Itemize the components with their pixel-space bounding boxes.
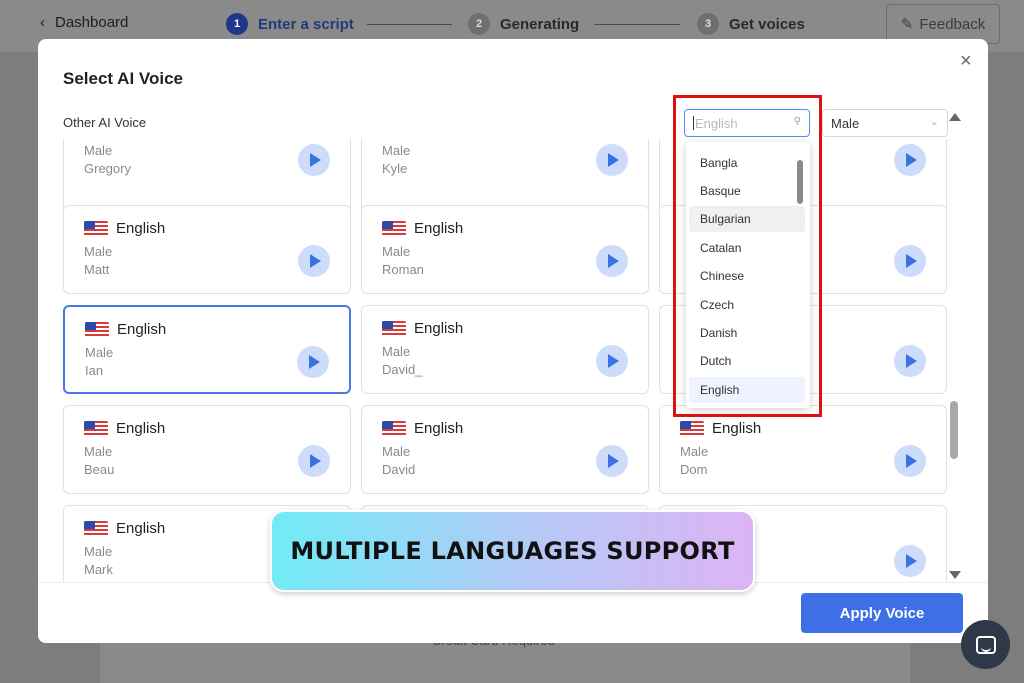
us-flag-icon	[85, 322, 109, 337]
gender-select-value: Male	[831, 115, 860, 131]
scroll-down-arrow[interactable]	[949, 571, 961, 579]
play-icon[interactable]	[298, 445, 330, 477]
voice-card-selected[interactable]: English Male Ian	[63, 305, 351, 394]
us-flag-icon	[84, 521, 108, 536]
play-icon[interactable]	[894, 144, 926, 176]
voice-name: Dom	[680, 462, 708, 477]
voice-language: English	[84, 520, 165, 537]
voice-card[interactable]: English Male David_	[361, 305, 649, 394]
gender-select[interactable]: Male ⌄	[822, 109, 948, 137]
voice-card[interactable]: English Male Dom	[659, 405, 947, 494]
voice-name: Gregory	[84, 161, 131, 176]
chevron-down-icon: ⌄	[929, 116, 939, 128]
voice-name: Matt	[84, 262, 110, 277]
play-icon[interactable]	[894, 545, 926, 577]
voice-name: Mark	[84, 562, 113, 577]
voice-name: David_	[382, 362, 423, 377]
voice-card[interactable]: English Male Beau	[63, 405, 351, 494]
voice-card[interactable]: English Male Matt	[63, 205, 351, 294]
voice-gender: Male	[382, 244, 411, 259]
language-label: English	[414, 420, 464, 437]
voice-gender: Male	[84, 244, 113, 259]
us-flag-icon	[382, 421, 406, 436]
voice-card[interactable]: English Male David	[361, 405, 649, 494]
play-icon[interactable]	[298, 245, 330, 277]
scrollbar-thumb[interactable]	[950, 401, 958, 459]
step-label: Enter a script	[258, 15, 354, 33]
voice-language: English	[85, 321, 166, 338]
play-icon[interactable]	[596, 144, 628, 176]
voice-name: Kyle	[382, 161, 408, 176]
voice-language: English	[382, 320, 463, 337]
step-number: 2	[468, 13, 490, 35]
voice-gender: Male	[382, 143, 411, 158]
us-flag-icon	[84, 421, 108, 436]
us-flag-icon	[680, 421, 704, 436]
step-label: Generating	[500, 15, 580, 33]
us-flag-icon	[382, 221, 406, 236]
apply-voice-button[interactable]: Apply Voice	[801, 593, 963, 633]
chat-icon	[975, 635, 996, 654]
pencil-icon: ✎	[900, 16, 914, 33]
voice-language: English	[84, 420, 165, 437]
step-get-voices: 3 Get voices	[697, 13, 805, 35]
voice-name: Beau	[84, 462, 115, 477]
back-label: Dashboard	[55, 14, 129, 31]
us-flag-icon	[382, 321, 406, 336]
play-icon[interactable]	[894, 345, 926, 377]
play-icon[interactable]	[596, 245, 628, 277]
feedback-label: Feedback	[919, 15, 986, 33]
language-label: English	[116, 220, 166, 237]
voice-language: English	[382, 220, 463, 237]
voice-language: English	[84, 220, 165, 237]
play-icon[interactable]	[596, 445, 628, 477]
chevron-left-icon: ‹	[40, 14, 45, 31]
voice-name: David	[382, 462, 416, 477]
voice-gender: Male	[84, 143, 113, 158]
step-connector	[367, 24, 452, 25]
step-generating: 2 Generating	[468, 13, 579, 35]
language-label: English	[414, 220, 464, 237]
play-icon[interactable]	[894, 245, 926, 277]
chat-button[interactable]	[961, 620, 1010, 669]
voice-name: Roman	[382, 262, 424, 277]
us-flag-icon	[84, 221, 108, 236]
step-connector	[594, 24, 680, 25]
step-number: 1	[226, 13, 248, 35]
play-icon[interactable]	[894, 445, 926, 477]
voice-card[interactable]: English Male Roman	[361, 205, 649, 294]
voice-name: Ian	[85, 363, 104, 378]
back-link[interactable]: ‹ Dashboard	[40, 14, 128, 31]
step-number: 3	[697, 13, 719, 35]
voice-gender: Male	[84, 444, 113, 459]
voice-gender: Male	[84, 544, 113, 559]
language-label: English	[414, 320, 464, 337]
scroll-up-arrow[interactable]	[949, 113, 961, 121]
play-icon[interactable]	[297, 346, 329, 378]
voice-gender: Male	[680, 444, 709, 459]
play-icon[interactable]	[298, 144, 330, 176]
language-label: English	[712, 420, 762, 437]
language-label: English	[116, 520, 166, 537]
voice-language: English	[680, 420, 761, 437]
promo-banner: MULTIPLE LANGUAGES SUPPORT	[270, 510, 755, 592]
voice-gender: Male	[382, 344, 411, 359]
voice-gender: Male	[382, 444, 411, 459]
section-label: Other AI Voice	[63, 115, 147, 130]
close-icon[interactable]: ×	[960, 50, 972, 73]
language-label: English	[117, 321, 167, 338]
voice-gender: Male	[85, 345, 114, 360]
play-icon[interactable]	[596, 345, 628, 377]
step-label: Get voices	[729, 15, 805, 33]
modal-title: Select AI Voice	[63, 69, 183, 88]
voice-language: English	[382, 420, 463, 437]
highlight-box	[673, 95, 822, 417]
feedback-button[interactable]: ✎ Feedback	[886, 4, 1000, 44]
step-enter-script: 1 Enter a script	[226, 13, 354, 35]
language-label: English	[116, 420, 166, 437]
